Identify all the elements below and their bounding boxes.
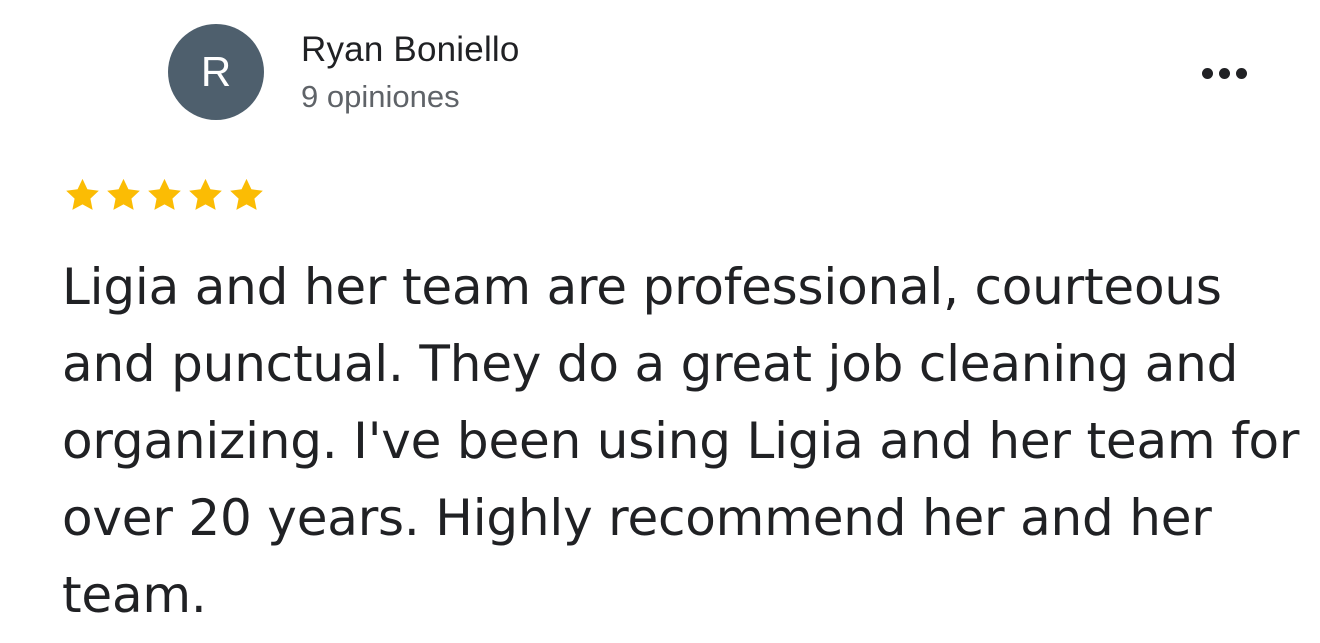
star-icon xyxy=(145,176,184,214)
star-icon xyxy=(63,176,102,214)
review-header: R Ryan Boniello 9 opiniones xyxy=(168,24,520,120)
star-icon xyxy=(186,176,225,214)
avatar[interactable]: R xyxy=(168,24,264,120)
star-icon xyxy=(227,176,266,214)
star-rating xyxy=(63,176,266,214)
review-text: Ligia and her team are professional, cou… xyxy=(62,258,1300,624)
author-review-count: 9 opiniones xyxy=(301,79,460,114)
more-horizontal-icon xyxy=(1201,67,1247,79)
author-info: Ryan Boniello 9 opiniones xyxy=(301,28,520,117)
author-name[interactable]: Ryan Boniello xyxy=(301,28,520,72)
review-card: R Ryan Boniello 9 opiniones Ligia and he… xyxy=(0,0,1320,643)
more-options-button[interactable] xyxy=(1194,58,1254,88)
star-icon xyxy=(104,176,143,214)
avatar-initial: R xyxy=(200,48,232,95)
